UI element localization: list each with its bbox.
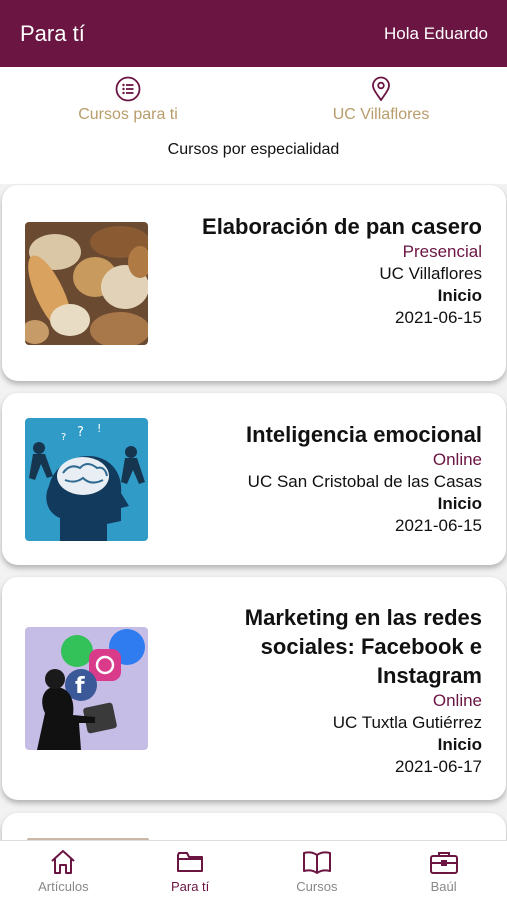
course-unit: UC San Cristobal de las Casas [247, 472, 482, 491]
course-start-label: Inicio [437, 286, 482, 305]
course-start-date: 2021-06-15 [395, 308, 482, 327]
course-title: Inteligencia emocional [246, 422, 482, 447]
top-app-bar: Para tí Hola Eduardo [0, 0, 507, 67]
course-unit: UC Tuxtla Gutiérrez [332, 713, 482, 732]
briefcase-icon [429, 852, 458, 874]
svg-text:!: ! [97, 422, 101, 435]
folder-icon [177, 852, 204, 872]
bottom-navigation: Artículos Para tí Cursos Baúl [0, 840, 507, 900]
nav-label: Cursos [296, 879, 338, 894]
location-pin-icon [372, 76, 390, 102]
nav-label: Artículos [38, 879, 89, 894]
nav-item-courses[interactable]: Cursos [254, 841, 381, 900]
nav-item-for-you[interactable]: Para tí [127, 841, 254, 900]
course-image-bread [25, 222, 148, 345]
course-card[interactable]: f Marketing en las redes sociales: Faceb… [2, 577, 506, 800]
svg-text:?: ? [77, 425, 84, 440]
filter-courses-for-you[interactable]: Cursos para ti [43, 76, 213, 124]
course-info: Marketing en las redes sociales: Faceboo… [162, 603, 482, 778]
svg-text:?: ? [61, 432, 66, 443]
course-unit: UC Villaflores [379, 264, 482, 283]
filter-label: Cursos para ti [78, 106, 178, 123]
nav-item-chest[interactable]: Baúl [380, 841, 507, 900]
book-icon [302, 851, 331, 874]
course-start-date: 2021-06-15 [395, 516, 482, 535]
specialty-filter-link[interactable]: Cursos por especialidad [0, 141, 507, 159]
list-icon [115, 76, 141, 102]
course-image-social-media: f [25, 627, 148, 750]
home-icon [51, 850, 76, 874]
svg-text:f: f [75, 674, 85, 699]
course-start-label: Inicio [437, 735, 482, 754]
filter-location[interactable]: UC Villaflores [296, 76, 466, 124]
course-start-date: 2021-06-17 [395, 757, 482, 776]
course-mode: Online [432, 691, 482, 710]
course-start-label: Inicio [437, 494, 482, 513]
filter-label: UC Villaflores [332, 106, 430, 123]
course-title: Marketing en las redes sociales: Faceboo… [244, 605, 482, 688]
nav-item-articles[interactable]: Artículos [0, 841, 127, 900]
course-image-emotional-intelligence: ? ! ? [25, 418, 148, 541]
nav-label: Para tí [170, 879, 210, 894]
course-title: Elaboración de pan casero [202, 214, 482, 239]
course-info: Inteligencia emocional Online UC San Cri… [162, 420, 482, 537]
nav-label: Baúl [430, 879, 457, 894]
filter-bar: Cursos para ti UC Villaflores Cursos por… [0, 67, 507, 184]
course-info: Elaboración de pan casero Presencial UC … [182, 212, 482, 329]
course-card[interactable]: Elaboración de pan casero Presencial UC … [2, 185, 506, 381]
course-mode: Online [432, 450, 482, 469]
user-greeting: Hola Eduardo [384, 23, 488, 43]
page-title: Para tí [20, 20, 85, 46]
course-card[interactable]: ? ! ? Inteligencia emocional Online UC S… [2, 393, 506, 565]
course-mode: Presencial [402, 242, 482, 261]
